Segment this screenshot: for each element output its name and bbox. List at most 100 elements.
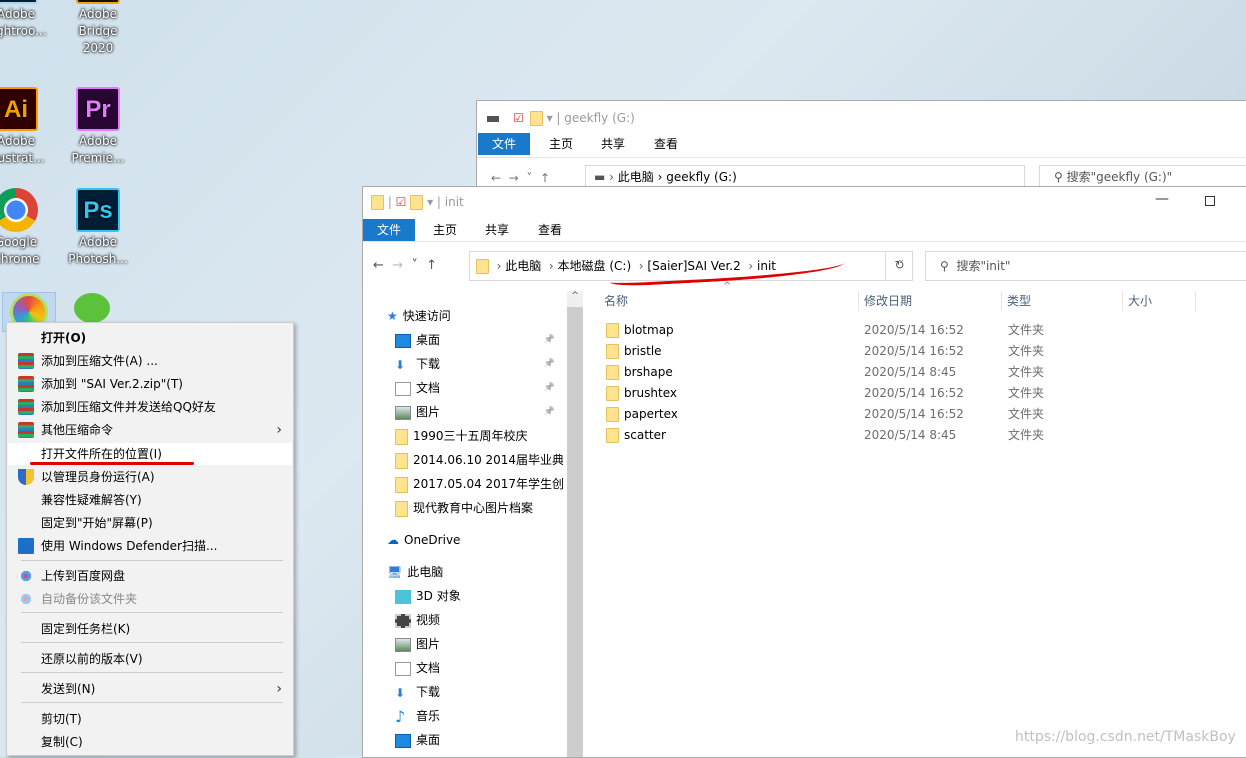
adobe-br-icon: Br [76, 0, 120, 4]
winrar-icon [18, 399, 34, 415]
column-header-size[interactable]: 大小 [1122, 291, 1196, 311]
nav-scrollbar[interactable]: ^ [567, 291, 583, 757]
nav-item[interactable]: 2017.05.04 2017年学生创先 [395, 473, 563, 495]
uac-shield-icon [18, 469, 34, 485]
folder-icon [606, 386, 619, 401]
properties-icon[interactable]: ☑ [513, 111, 524, 125]
menu-item[interactable]: 打开(O) [8, 327, 292, 349]
nav-buttons[interactable]: ← → ˅ ↑ [373, 258, 437, 273]
nav-section[interactable]: 🖥 此电脑 [387, 561, 443, 583]
breadcrumb-item[interactable]: 本地磁盘 (C:) [558, 259, 632, 273]
tab-share[interactable]: 共享 [471, 219, 523, 241]
nav-item-label: 2017.05.04 2017年学生创先 [413, 477, 563, 491]
menu-item-label: 复制(C) [41, 735, 83, 749]
nav-section[interactable]: ☁ OneDrive [387, 529, 460, 551]
file-row[interactable]: papertex 2020/5/14 16:52 文件夹 [604, 404, 1104, 425]
nav-buttons[interactable]: ← → ˅ ↑ [491, 171, 550, 185]
folder-icon [529, 111, 543, 126]
menu-item[interactable]: 添加到 "SAI Ver.2.zip"(T) [8, 373, 292, 395]
new-folder-icon[interactable] [410, 195, 424, 210]
pin-icon[interactable]: 📌 [544, 329, 555, 351]
tab-home[interactable]: 主页 [419, 219, 471, 241]
pin-icon[interactable]: 📌 [544, 353, 555, 375]
menu-item[interactable]: 还原以前的版本(V) [8, 648, 292, 670]
nav-item-label: 文档 [416, 381, 441, 395]
pin-icon[interactable]: 📌 [544, 401, 555, 423]
menu-item[interactable]: 固定到"开始"屏幕(P) [8, 512, 292, 534]
menu-item[interactable]: 发送到(N) › [8, 678, 292, 700]
properties-icon[interactable]: ☑ [396, 195, 407, 209]
nav-item[interactable]: ⬇ 下载 📌 [395, 353, 563, 375]
desktop-shortcut[interactable]: Br Adobe Bridge 2020 [68, 0, 128, 57]
nav-section[interactable]: ★ 快速访问 [387, 305, 451, 327]
column-header-type[interactable]: 类型 [1001, 291, 1031, 311]
menu-item[interactable]: 兼容性疑难解答(Y) [8, 489, 292, 511]
refresh-button[interactable]: ↻ [885, 251, 913, 281]
menu-item[interactable]: 其他压缩命令 › [8, 419, 292, 441]
nav-item[interactable]: 图片 📌 [395, 401, 563, 423]
menu-item[interactable]: 复制(C) [8, 731, 292, 753]
menu-separator [21, 642, 283, 643]
file-row[interactable]: brshape 2020/5/14 8:45 文件夹 [604, 362, 1104, 383]
tab-view[interactable]: 查看 [640, 133, 692, 155]
nav-item[interactable]: 图片 [395, 633, 563, 655]
chrome-icon [0, 188, 38, 232]
file-row[interactable]: brushtex 2020/5/14 16:52 文件夹 [604, 383, 1104, 404]
menu-item-label: 发送到(N) [41, 682, 96, 696]
menu-item-label: 上传到百度网盘 [41, 569, 126, 583]
picture-icon [395, 637, 411, 652]
computer-icon: 🖥 [387, 565, 403, 579]
nav-section-label: OneDrive [404, 533, 461, 547]
nav-item[interactable]: 视频 [395, 609, 563, 631]
column-header-date[interactable]: 修改日期 [858, 291, 912, 311]
file-row[interactable]: blotmap 2020/5/14 16:52 文件夹 [604, 320, 1104, 341]
file-row[interactable]: bristle 2020/5/14 16:52 文件夹 [604, 341, 1104, 362]
breadcrumb-item[interactable]: 此电脑 [505, 259, 541, 273]
nav-item[interactable]: ♪ 音乐 [395, 705, 563, 727]
file-name: papertex [624, 407, 678, 421]
desktop-shortcut[interactable]: Ps Adobe Photosh... [68, 188, 128, 268]
file-name: brushtex [624, 386, 677, 400]
nav-item[interactable]: 桌面 [395, 729, 563, 751]
menu-item[interactable]: 添加到压缩文件并发送给QQ好友 [8, 396, 292, 418]
menu-item[interactable]: 上传到百度网盘 [8, 565, 292, 587]
desktop-shortcut[interactable]: AiAdobe Illustrat... [0, 87, 46, 167]
menu-item[interactable]: 固定到任务栏(K) [8, 618, 292, 640]
tab-file[interactable]: 文件 [363, 219, 416, 241]
nav-item[interactable]: 文档 [395, 657, 563, 679]
desktop-shortcut[interactable]: Lr Adobe Lightroo... [0, 0, 47, 40]
wechat-icon[interactable] [74, 293, 110, 323]
pin-icon[interactable]: 📌 [544, 377, 555, 399]
breadcrumb-item[interactable]: geekfly (G:) [666, 170, 737, 184]
maximize-button[interactable] [1205, 196, 1215, 206]
minimize-button[interactable]: — [1155, 191, 1169, 207]
nav-item[interactable]: 2014.06.10 2014届毕业典礼 [395, 449, 563, 471]
explorer-window-geekfly[interactable]: ☑ ▾ | geekfly (G:) 文件 主页 共享 查看 ← → ˅ ↑ ▬… [476, 100, 1246, 200]
menu-item[interactable]: 自动备份该文件夹 [8, 588, 292, 610]
nav-item[interactable]: 1990三十五周年校庆 [395, 425, 563, 447]
nav-item[interactable]: 3D 对象 [395, 585, 563, 607]
desktop-shortcut[interactable]: Google Chrome [0, 188, 46, 268]
desktop-shortcut[interactable]: Pr Adobe Premie... [68, 87, 128, 167]
file-row[interactable]: scatter 2020/5/14 8:45 文件夹 [604, 425, 1104, 446]
column-header-name[interactable]: 名称 [604, 291, 628, 311]
menu-item[interactable]: 添加到压缩文件(A) ... [8, 350, 292, 372]
nav-item[interactable]: ⬇ 下载 [395, 681, 563, 703]
menu-separator [21, 560, 283, 561]
tab-share[interactable]: 共享 [587, 133, 639, 155]
tab-home[interactable]: 主页 [535, 133, 587, 155]
menu-item-label: 兼容性疑难解答(Y) [41, 493, 142, 507]
search-input[interactable]: ⚲ 搜索"init" [925, 251, 1246, 281]
tab-file[interactable]: 文件 [478, 133, 531, 155]
shortcut-label: Google Chrome [0, 235, 40, 266]
nav-item[interactable]: 现代教育中心图片档案 [395, 497, 563, 519]
menu-item-label: 添加到压缩文件并发送给QQ好友 [41, 400, 216, 414]
breadcrumb-item[interactable]: 此电脑 [618, 170, 654, 184]
menu-item[interactable]: 以管理员身份运行(A) [8, 466, 292, 488]
nav-item[interactable]: 桌面 📌 [395, 329, 563, 351]
menu-item[interactable]: 剪切(T) [8, 708, 292, 730]
menu-item[interactable]: 使用 Windows Defender扫描... [8, 535, 292, 557]
menu-item-label: 其他压缩命令 [41, 423, 114, 437]
nav-item[interactable]: 文档 📌 [395, 377, 563, 399]
tab-view[interactable]: 查看 [524, 219, 576, 241]
